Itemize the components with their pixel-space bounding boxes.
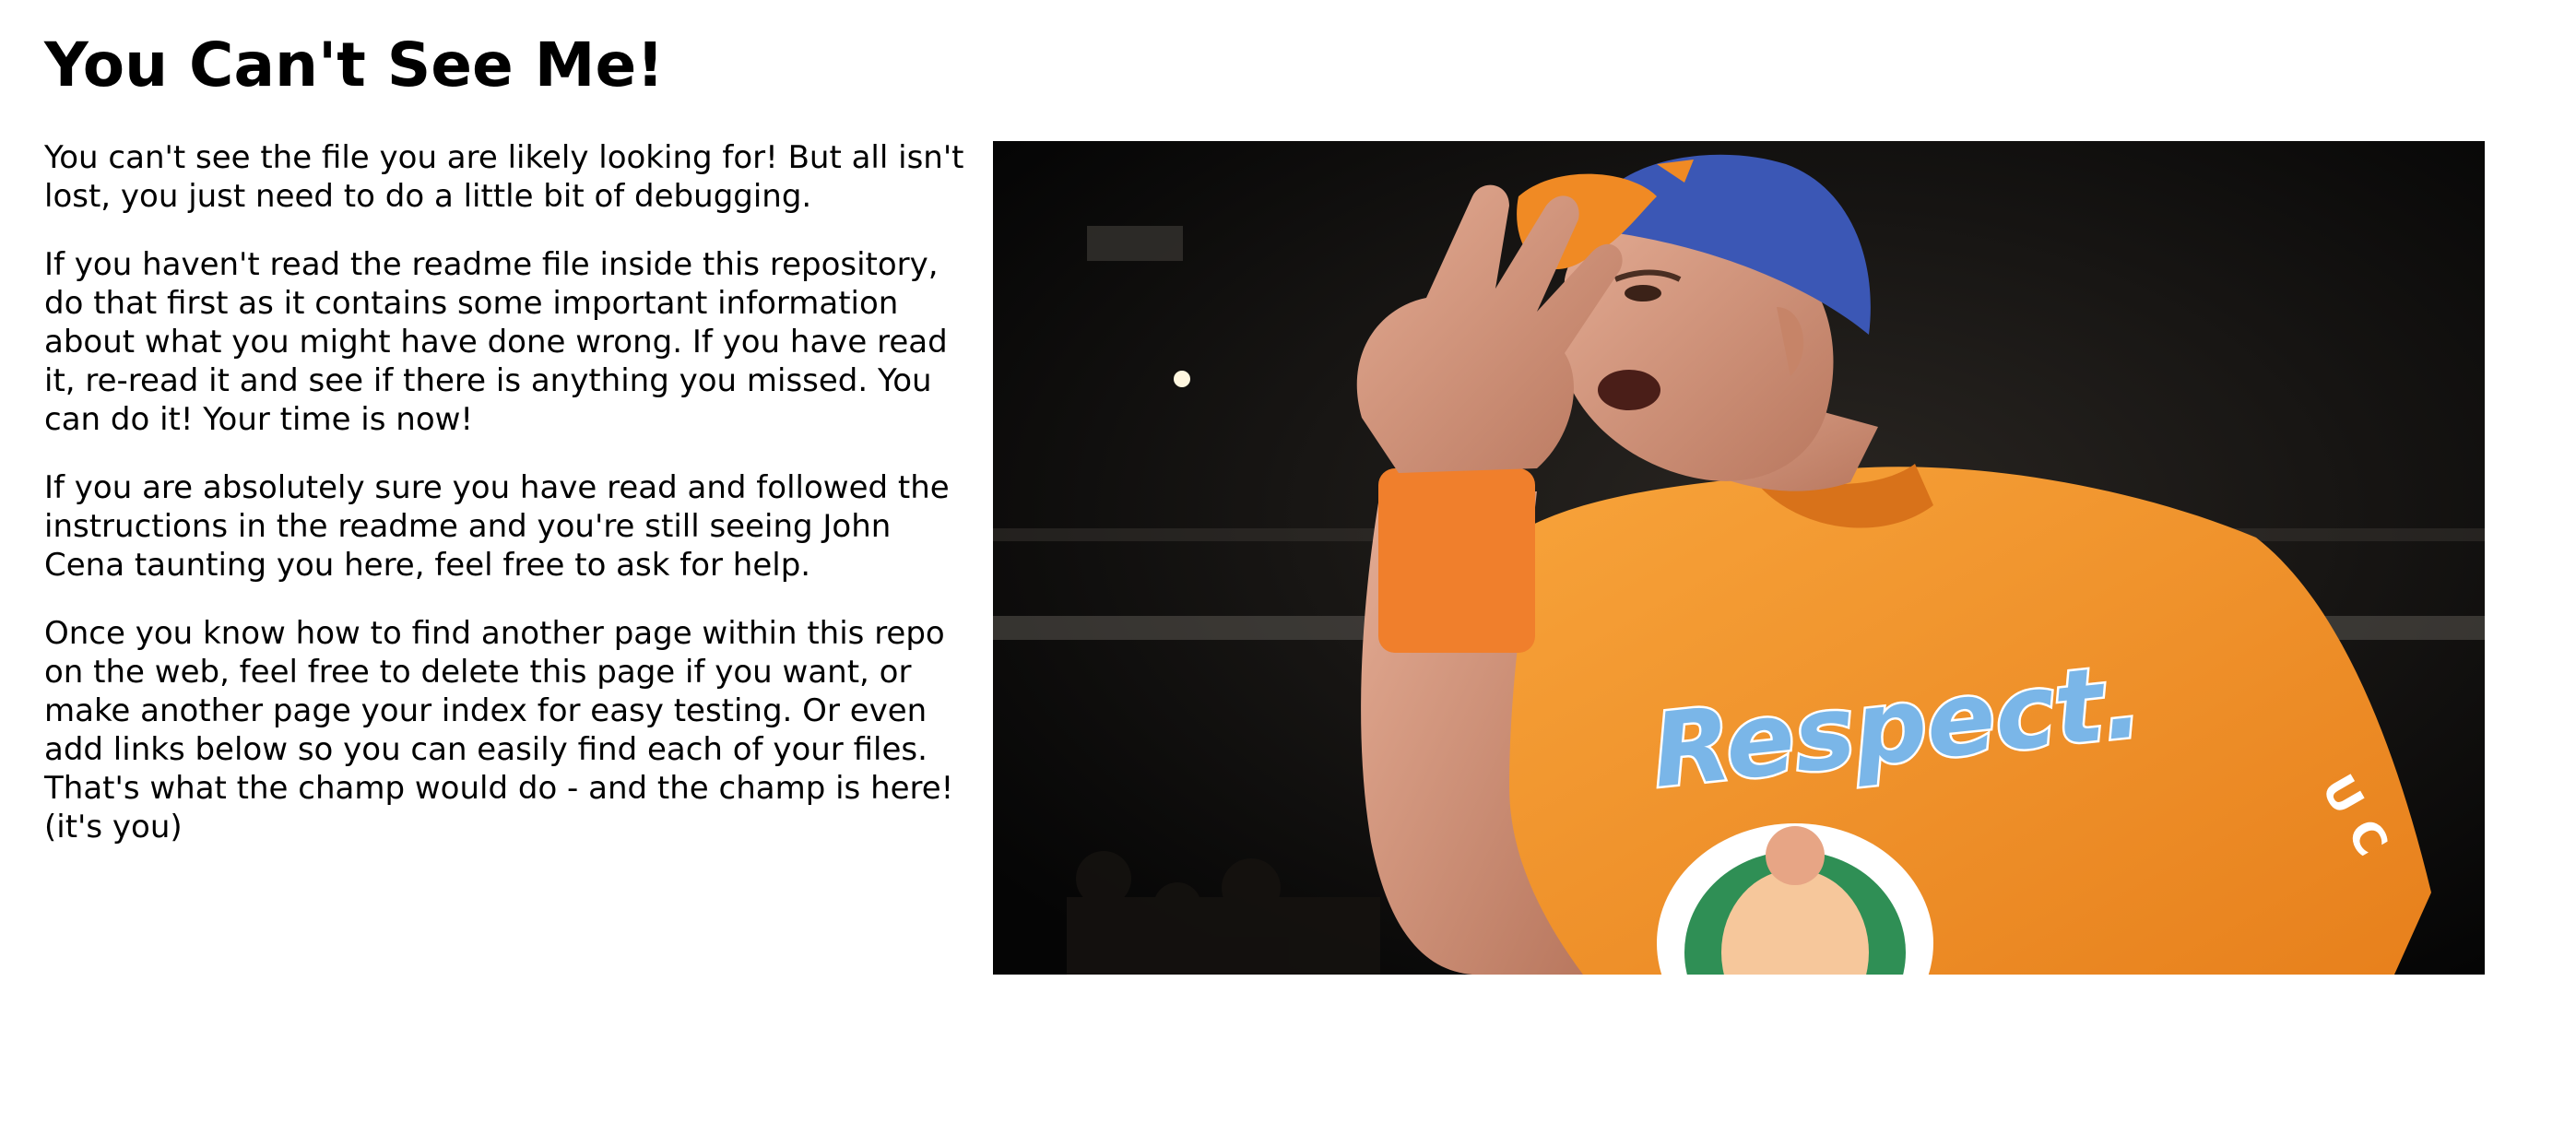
page-title: You Can't See Me! — [44, 30, 665, 100]
john-cena-illustration: U C Respect. — [993, 141, 2485, 975]
main-content: You can't see the file you are likely lo… — [44, 138, 966, 876]
help-paragraph: If you are absolutely sure you have read… — [44, 469, 950, 584]
next-steps-paragraph: Once you know how to find another page w… — [44, 615, 954, 845]
arena-sign — [1087, 226, 1183, 261]
eye — [1625, 285, 1661, 301]
shirt-emblem-head — [1766, 826, 1825, 885]
readme-paragraph: If you haven't read the readme file insi… — [44, 246, 948, 438]
mouth — [1598, 370, 1660, 410]
intro-paragraph: You can't see the file you are likely lo… — [44, 139, 964, 215]
john-cena-photo: U C Respect. — [993, 141, 2485, 975]
wristband — [1378, 468, 1535, 653]
arena-light — [1174, 371, 1190, 387]
